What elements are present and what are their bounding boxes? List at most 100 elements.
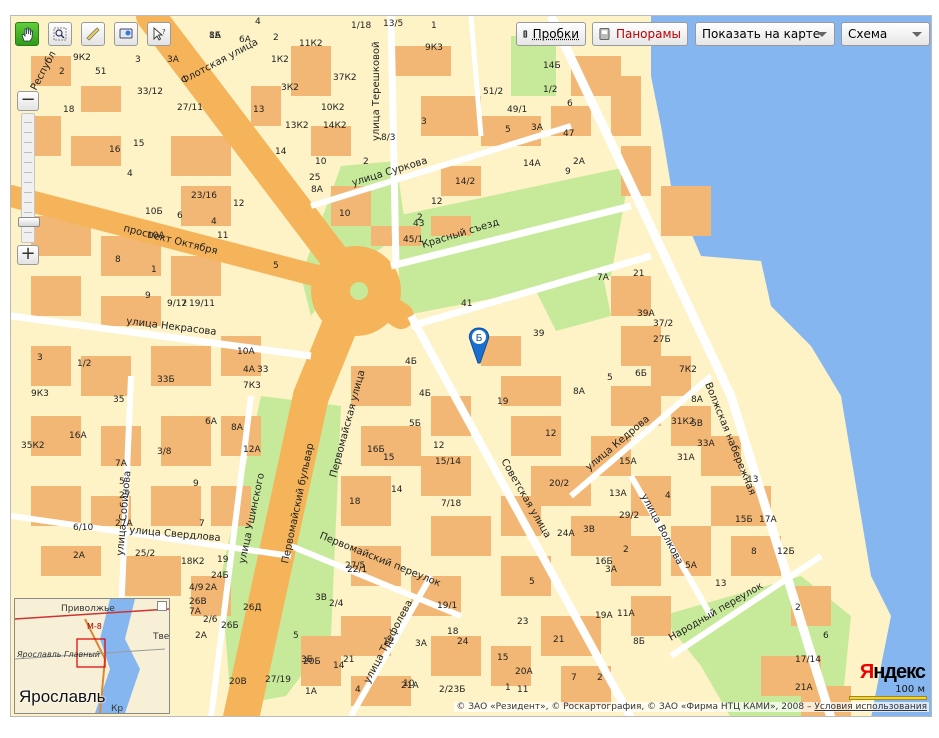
house-number-label: 33/12 bbox=[137, 87, 163, 97]
house-number-label: 13/5 bbox=[383, 19, 403, 29]
house-number-label: 37/2 bbox=[653, 319, 673, 329]
house-number-label: 15/14 bbox=[435, 457, 461, 467]
house-number-label: 1А bbox=[305, 687, 318, 697]
info-cursor-tool-button[interactable]: ? bbox=[147, 22, 171, 46]
house-number-label: 1 bbox=[431, 21, 437, 31]
house-number-label: 39А bbox=[637, 309, 655, 319]
house-number-label: 5 bbox=[119, 477, 125, 487]
zoom-out-button[interactable]: − bbox=[17, 91, 39, 111]
minimap-road-label: М-8 bbox=[87, 622, 102, 631]
house-number-label: 12 bbox=[431, 197, 442, 207]
house-number-label: 12А bbox=[243, 445, 261, 455]
ruler-tool-button[interactable] bbox=[81, 22, 105, 46]
house-number-label: 20В bbox=[229, 677, 247, 687]
chevron-down-icon bbox=[912, 32, 922, 37]
info-cursor-icon: ? bbox=[153, 27, 166, 41]
house-number-label: 1/18 bbox=[351, 21, 371, 31]
house-number-label: 13А bbox=[609, 489, 627, 499]
house-number-label: 8 bbox=[751, 547, 757, 557]
yandex-logo: Яндекс bbox=[859, 661, 926, 683]
house-number-label: 23 bbox=[517, 617, 528, 627]
house-number-label: 2 bbox=[597, 673, 603, 683]
zoom-in-button[interactable]: + bbox=[17, 245, 39, 265]
panorama-icon bbox=[599, 28, 610, 40]
house-number-label: 6 bbox=[823, 631, 829, 641]
house-number-label: 5 bbox=[293, 631, 299, 641]
house-number-label: 10К2 bbox=[321, 103, 345, 113]
house-number-label: 7К3 bbox=[243, 381, 261, 391]
house-number-label: 27/5 bbox=[345, 561, 365, 571]
location-marker[interactable]: Б bbox=[465, 327, 493, 365]
map-type-dropdown[interactable]: Схема bbox=[841, 22, 930, 46]
house-number-label: 19 bbox=[217, 555, 229, 565]
terms-of-use-link[interactable]: Условия использования bbox=[814, 702, 927, 712]
house-number-label: 5 bbox=[607, 373, 613, 383]
house-number-label: 14 bbox=[275, 147, 287, 157]
house-number-label: 24 bbox=[457, 637, 469, 647]
house-number-label: 35 bbox=[113, 395, 124, 405]
house-number-label: 11 bbox=[217, 231, 228, 241]
house-number-label: 5Б bbox=[409, 419, 421, 429]
house-number-label: 4 bbox=[255, 17, 261, 27]
magnifier-tool-button[interactable] bbox=[48, 22, 72, 46]
house-number-label: 3 bbox=[421, 117, 427, 127]
house-number-label: 6Б bbox=[635, 369, 647, 379]
house-number-label: 8А bbox=[573, 387, 586, 397]
house-number-label: 9 bbox=[145, 291, 151, 301]
house-number-label: 15А bbox=[619, 457, 637, 467]
show-on-map-dropdown[interactable]: Показать на карте bbox=[695, 22, 835, 46]
overview-minimap[interactable]: Приволжье Ярославль Главный М-8 Тве Кр Я… bbox=[14, 598, 170, 714]
house-number-label: 12 bbox=[545, 429, 556, 439]
roundabout-center bbox=[350, 282, 368, 300]
hand-tool-button[interactable] bbox=[15, 22, 39, 46]
house-number-label: 7К2 bbox=[679, 365, 697, 375]
house-number-label: 6А bbox=[239, 35, 252, 45]
house-number-label: 10А bbox=[147, 231, 165, 241]
traffic-button[interactable]: Пробки bbox=[516, 22, 586, 46]
house-number-label: 7 bbox=[181, 299, 187, 309]
show-on-map-label: Показать на карте bbox=[702, 27, 821, 41]
zoom-slider-thumb[interactable] bbox=[18, 217, 40, 227]
house-number-label: 33Б bbox=[157, 375, 175, 385]
house-number-label: 11 bbox=[517, 685, 528, 695]
house-number-label: 1/2 bbox=[77, 359, 91, 369]
house-number-label: 3К2 bbox=[281, 83, 299, 93]
house-number-label: 2 bbox=[363, 157, 369, 167]
house-number-label: 3А bbox=[605, 565, 618, 575]
house-number-label: 19/11 bbox=[189, 299, 215, 309]
minimap-place-label: Тве bbox=[152, 632, 169, 642]
house-number-label: 19А bbox=[595, 611, 613, 621]
house-number-label: 23/16 bbox=[191, 191, 217, 201]
house-number-label: 12 bbox=[233, 199, 244, 209]
hand-icon bbox=[21, 27, 33, 42]
house-number-label: 35К2 bbox=[21, 441, 45, 451]
house-number-label: 2 bbox=[795, 603, 801, 613]
house-number-label: 31А bbox=[677, 453, 695, 463]
house-number-label: 2 bbox=[623, 545, 629, 555]
zoom-slider-track[interactable] bbox=[18, 113, 40, 243]
panoramas-button[interactable]: Панорамы bbox=[592, 22, 688, 46]
house-number-label: 6/10 bbox=[73, 523, 93, 533]
house-number-label: 2 bbox=[59, 67, 65, 77]
house-number-label: 2А bbox=[195, 631, 208, 641]
scale-label: 100 м bbox=[895, 684, 925, 695]
map-viewport[interactable]: Флотская улица улица Терешковой улица Су… bbox=[10, 15, 932, 717]
house-number-label: 10А bbox=[237, 347, 255, 357]
house-number-label: 16Б bbox=[367, 445, 385, 455]
house-number-label: 2/4 bbox=[329, 599, 344, 609]
minimap-collapse-button[interactable] bbox=[157, 601, 167, 611]
house-number-label: 19/1 bbox=[437, 601, 457, 611]
house-number-label: 21 bbox=[553, 635, 564, 645]
route-tool-button[interactable] bbox=[114, 22, 138, 46]
house-number-label: 29/2 bbox=[619, 511, 639, 521]
house-number-label: 13 bbox=[715, 579, 726, 589]
marker-label: Б bbox=[476, 333, 483, 344]
house-number-label: 15 bbox=[383, 453, 394, 463]
house-number-label: 4 bbox=[665, 491, 671, 501]
house-number-label: 7А bbox=[597, 273, 610, 283]
house-number-label: 11К2 bbox=[299, 39, 323, 49]
house-number-label: 5 bbox=[529, 577, 535, 587]
zoom-control: − + bbox=[17, 91, 41, 266]
house-number-label: 5 bbox=[505, 125, 511, 135]
traffic-label: Пробки bbox=[532, 27, 579, 41]
